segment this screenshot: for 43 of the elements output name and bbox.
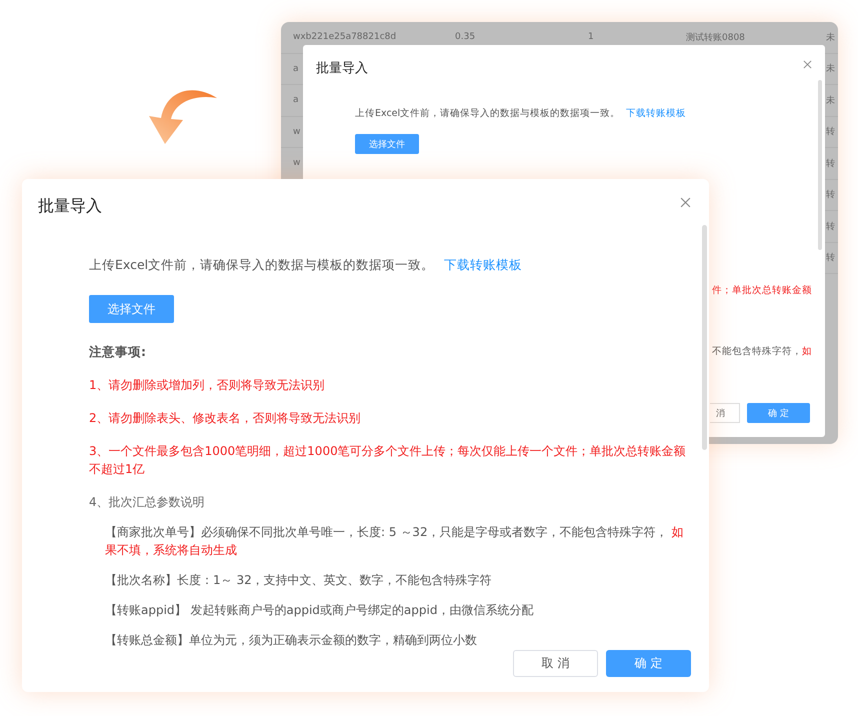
- table-cell: w: [293, 158, 300, 168]
- table-cell-text: 转: [826, 126, 835, 138]
- note-text: 3、一个文件最多包含1000笔明细，超过1000笔可分多个文件上传；每次仅能上传一个文件；单批次总转账金额不超过1亿: [89, 443, 687, 478]
- table-cell: a: [293, 64, 299, 74]
- note-text: 【转账appid】 发起转账商户号的appid或商户号绑定的appid，由微信系统分配: [105, 602, 534, 619]
- dialog-title: 批量导入: [38, 196, 102, 217]
- note-text: 1、请勿删除或增加列，否则将导致无法识别: [89, 377, 326, 394]
- note-text: 不能包含特殊字符，如: [712, 345, 813, 358]
- table-cell-text: 转: [826, 188, 835, 202]
- confirm-button[interactable]: 确 定: [606, 650, 691, 677]
- table-cell: wxb221e25a78821c8d: [293, 32, 396, 42]
- choose-file-button[interactable]: 选择文件: [355, 134, 419, 154]
- table-cell-text: 测试转账0808: [686, 32, 745, 44]
- note-text: 【批次名称】长度：1～ 32，支持中文、英文、数字，不能包含特殊字符: [105, 572, 493, 589]
- scrollbar[interactable]: [818, 80, 822, 250]
- note-text: 【商家批次单号】必须确保不同批次单号唯一，长度: 5 ～32，只能是字母或者数字，不能包含特殊字符， 如果不填，系统将自动生成: [105, 524, 684, 559]
- table-cell: 0.35: [455, 32, 476, 42]
- table-cell: a: [293, 95, 299, 106]
- table-cell-text: 转: [826, 252, 835, 264]
- confirm-button[interactable]: 确 定: [747, 403, 810, 423]
- table-cell-text: 转: [826, 158, 835, 170]
- download-link[interactable]: 下载转账模板: [444, 257, 522, 272]
- instruction-text: 上传Excel文件前，请确保导入的数据与模板的数据项一致。 下载转账模板: [89, 257, 522, 274]
- notes-title: 注意事项:: [89, 344, 146, 361]
- instruction-text: 上传Excel文件前，请确保导入的数据与模板的数据项一致。 下载转账模板: [355, 107, 686, 120]
- note-text: 4、批次汇总参数说明: [89, 494, 206, 511]
- choose-file-button[interactable]: 选择文件: [89, 295, 174, 323]
- download-link[interactable]: 下载转账模板: [626, 108, 686, 119]
- table-cell-text: 未: [826, 32, 835, 44]
- scrollbar[interactable]: [702, 225, 707, 450]
- cancel-button[interactable]: 消: [710, 403, 740, 423]
- close-icon[interactable]: [680, 197, 691, 208]
- note-text: 件；单批次总转账金额: [712, 284, 813, 297]
- table-cell: 1: [588, 32, 594, 42]
- table-cell-text: 未: [826, 62, 835, 76]
- dialog-title: 批量导入: [316, 60, 368, 77]
- table-cell-text: 转: [826, 220, 835, 233]
- close-icon[interactable]: [803, 60, 812, 69]
- note-text: 【转账总金额】单位为元，须为正确表示金额的数字，精确到两位小数: [105, 632, 478, 649]
- table-cell: w: [293, 126, 300, 137]
- note-text: 2、请勿删除表头、修改表名，否则将导致无法识别: [89, 410, 362, 427]
- cancel-button[interactable]: 取 消: [513, 650, 598, 677]
- table-cell-text: 未: [826, 94, 835, 107]
